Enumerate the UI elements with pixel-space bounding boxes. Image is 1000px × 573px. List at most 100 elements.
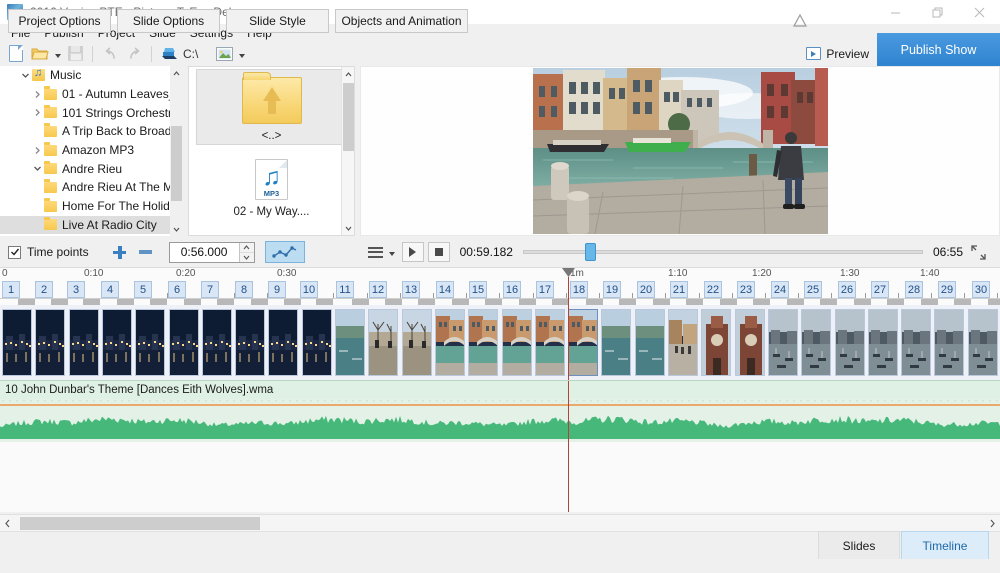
tree-scrollbar-thumb[interactable] [171,126,182,201]
hamburger-menu-icon[interactable] [365,241,387,263]
stepper-down-icon[interactable] [240,253,254,262]
slide-thumbnail[interactable] [934,309,965,376]
ruler-slide-marker[interactable]: 8 [235,281,253,298]
ruler-slide-marker[interactable]: 26 [838,281,856,298]
ruler-slide-marker[interactable]: 20 [637,281,655,298]
tree-item-andre-rieu[interactable]: Andre Rieu [0,159,183,178]
ruler-slide-marker[interactable]: 3 [67,281,85,298]
ruler-slide-marker[interactable]: 18 [570,281,588,298]
ruler-slide-marker[interactable]: 27 [871,281,889,298]
folder-tree-panel[interactable]: Music 01 - Autumn Leaves_da 101 Strings … [0,66,183,236]
slide-thumbnail[interactable] [834,309,865,376]
ruler-slide-marker[interactable]: 22 [704,281,722,298]
file-browser-panel[interactable]: <..> ♫ MP3 02 - My Way.... [188,66,355,236]
timeline-ruler[interactable]: 0 0:10 0:20 0:30 1m 1:10 1:20 1:30 1:40 12345678… [0,268,1000,305]
time-point-value-field[interactable] [168,241,255,263]
chevron-down-icon[interactable] [18,71,32,80]
slide-style-button[interactable]: Slide Style [226,9,329,33]
audio-waveform[interactable] [0,399,1000,443]
publish-show-button[interactable]: Publish Show [877,33,1000,66]
slide-thumbnail[interactable] [601,309,632,376]
tree-item-andre-rieu-at-the-movies[interactable]: Andre Rieu At The Mo [0,178,183,197]
tree-item-autumn-leaves[interactable]: 01 - Autumn Leaves_da [0,85,183,104]
seek-thumb[interactable] [584,243,596,261]
slide-thumbnail[interactable] [401,309,432,376]
chevron-right-icon[interactable] [30,90,44,99]
seek-track[interactable] [522,250,923,254]
save-disk-icon[interactable] [63,43,87,65]
ruler-slide-marker[interactable]: 2 [35,281,53,298]
tab-slides[interactable]: Slides [818,531,900,559]
stepper-up-icon[interactable] [239,243,254,253]
ruler-slide-marker[interactable]: 17 [536,281,554,298]
tree-item-trip-back-broadway[interactable]: A Trip Back to Broadwa [0,122,183,141]
timeline-horizontal-scrollbar[interactable] [0,514,1000,532]
audio-track[interactable]: 10 John Dunbar's Theme [Dances Eith Wolv… [0,380,1000,443]
minimize-icon[interactable] [874,0,916,24]
slide-thumbnail[interactable] [201,309,232,376]
slide-thumbnail[interactable] [68,309,99,376]
ruler-slide-marker[interactable]: 4 [101,281,119,298]
envelope-points-button[interactable] [264,241,305,263]
chevron-down-icon[interactable] [30,164,44,173]
add-time-point-button[interactable] [107,241,133,263]
files-vertical-scrollbar[interactable] [341,67,354,235]
slide-thumbnail[interactable] [434,309,465,376]
ruler-slide-marker[interactable]: 9 [268,281,286,298]
slide-thumbnail[interactable] [568,309,599,376]
chevron-right-icon[interactable] [985,515,1000,532]
file-item-parent-folder[interactable]: <..> [195,69,348,145]
open-folder-caret-icon[interactable] [52,43,63,65]
timeline-empty-area[interactable] [0,442,1000,512]
undo-arrow-icon[interactable] [98,43,122,65]
slide-thumbnail[interactable] [235,309,266,376]
play-button[interactable] [401,242,424,262]
time-points-checkbox[interactable] [8,245,21,259]
slide-thumbnail[interactable] [701,309,732,376]
slide-thumbnail[interactable] [767,309,798,376]
ruler-slide-marker[interactable]: 10 [300,281,318,298]
slide-thumbnail[interactable] [867,309,898,376]
preview-button[interactable]: Preview [798,42,877,65]
slide-thumbnail[interactable] [268,309,299,376]
ruler-slide-marker[interactable]: 23 [737,281,755,298]
hscroll-track[interactable] [15,514,985,532]
ruler-slide-marker[interactable]: 29 [938,281,956,298]
tree-vertical-scrollbar[interactable] [170,66,183,236]
ruler-slide-marker[interactable]: 19 [603,281,621,298]
slide-thumbnails-strip[interactable] [0,305,1000,380]
tab-timeline[interactable]: Timeline [901,531,989,559]
slide-thumbnail[interactable] [501,309,532,376]
drive-icon[interactable] [157,43,181,65]
chevron-left-icon[interactable] [0,515,15,532]
slide-thumbnail[interactable] [135,309,166,376]
slide-thumbnail[interactable] [368,309,399,376]
ruler-slide-marker[interactable]: 7 [201,281,219,298]
slide-options-button[interactable]: Slide Options [117,9,220,33]
time-point-input[interactable] [169,242,239,262]
open-folder-icon[interactable] [28,43,52,65]
slide-thumbnail[interactable] [101,309,132,376]
chevron-right-icon[interactable] [30,108,44,117]
chevron-right-icon[interactable] [30,146,44,155]
warning-triangle-icon[interactable] [792,13,808,27]
ruler-slide-marker[interactable]: 14 [436,281,454,298]
ruler-slide-marker[interactable]: 16 [503,281,521,298]
objects-and-animation-button[interactable]: Objects and Animation [335,9,468,33]
seek-slider[interactable] [522,242,923,262]
tree-item-home-for-the-holidays[interactable]: Home For The Holida [0,197,183,216]
ruler-slide-marker[interactable]: 5 [134,281,152,298]
slide-thumbnail[interactable] [301,309,332,376]
ruler-slide-marker[interactable]: 11 [336,281,354,298]
tree-item-101-strings[interactable]: 101 Strings Orchestra [0,103,183,122]
redo-arrow-icon[interactable] [122,43,146,65]
ruler-slide-marker[interactable]: 24 [771,281,789,298]
slide-thumbnail[interactable] [734,309,765,376]
time-point-stepper[interactable] [238,242,254,262]
image-icon[interactable] [212,43,236,65]
slide-thumbnail[interactable] [2,309,32,376]
slide-thumbnail[interactable] [168,309,199,376]
slide-thumbnail[interactable] [801,309,832,376]
tree-item-amazon-mp3[interactable]: Amazon MP3 [0,141,183,160]
scroll-down-icon[interactable] [170,222,183,236]
